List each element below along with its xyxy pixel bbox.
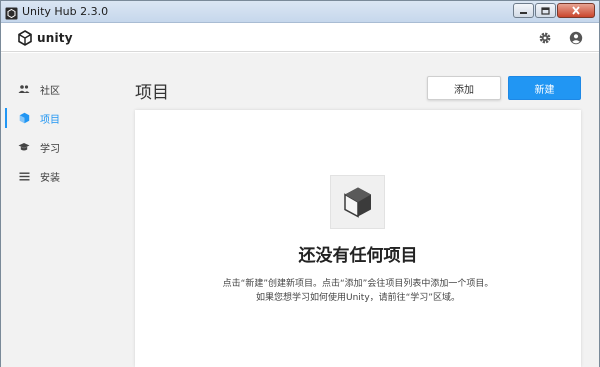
close-button[interactable]: [557, 3, 595, 18]
sidebar: 社区 项目 学习 安装: [1, 53, 111, 367]
gear-icon: [539, 32, 551, 44]
window-title: Unity Hub 2.3.0: [22, 5, 109, 18]
active-indicator: [5, 108, 7, 128]
cube-icon: [343, 187, 371, 218]
account-icon: [569, 31, 583, 45]
unity-hub-window: Unity Hub 2.3.0 unity 社区 项目 学习 安装 项目 添加 …: [0, 0, 600, 367]
sidebar-item-label: 项目: [40, 115, 60, 126]
empty-state-description-line2: 如果您想学习如何使用Unity，请前往“学习”区域。: [256, 293, 460, 303]
empty-state-title: 还没有任何项目: [298, 246, 418, 266]
active-indicator: [5, 79, 7, 99]
unity-logo: unity: [17, 30, 73, 46]
sidebar-item-label: 安装: [40, 173, 60, 184]
title-bar[interactable]: Unity Hub 2.3.0: [1, 1, 599, 23]
graduation-cap-icon: [18, 141, 30, 153]
main-content: 项目 添加 新建 还没有任何项目 点击“新建”创建新项目。点击“添加”会往项目列…: [111, 53, 599, 367]
empty-state-icon-box: [330, 175, 385, 229]
sidebar-item-label: 社区: [40, 86, 60, 97]
active-indicator: [5, 166, 7, 186]
maximize-icon: [541, 6, 550, 15]
sidebar-item-projects[interactable]: 项目: [1, 104, 111, 132]
minimize-button[interactable]: [513, 3, 534, 18]
sidebar-item-installs[interactable]: 安装: [1, 162, 111, 190]
page-title: 项目: [135, 83, 169, 103]
close-icon: [572, 6, 580, 15]
add-project-button[interactable]: 添加: [427, 76, 501, 100]
empty-state-description-line1: 点击“新建”创建新项目。点击“添加”会往项目列表中添加一个项目。: [222, 279, 494, 289]
minimize-icon: [520, 11, 527, 14]
app-header: unity: [1, 24, 599, 52]
people-icon: [18, 83, 30, 95]
active-indicator: [5, 137, 7, 157]
sidebar-item-community[interactable]: 社区: [1, 75, 111, 103]
sidebar-item-learn[interactable]: 学习: [1, 133, 111, 161]
settings-button[interactable]: [537, 30, 553, 46]
logo-text: unity: [37, 31, 73, 45]
account-button[interactable]: [568, 30, 584, 46]
projects-panel: 还没有任何项目 点击“新建”创建新项目。点击“添加”会往项目列表中添加一个项目。…: [135, 110, 581, 367]
unity-logo-icon: [18, 30, 32, 46]
cube-icon: [18, 112, 30, 124]
sidebar-item-label: 学习: [40, 144, 60, 155]
new-project-button[interactable]: 新建: [508, 76, 581, 100]
maximize-button[interactable]: [535, 3, 556, 18]
window-controls: [513, 3, 595, 18]
list-icon: [18, 170, 30, 182]
unity-hub-app-icon: [5, 5, 18, 20]
